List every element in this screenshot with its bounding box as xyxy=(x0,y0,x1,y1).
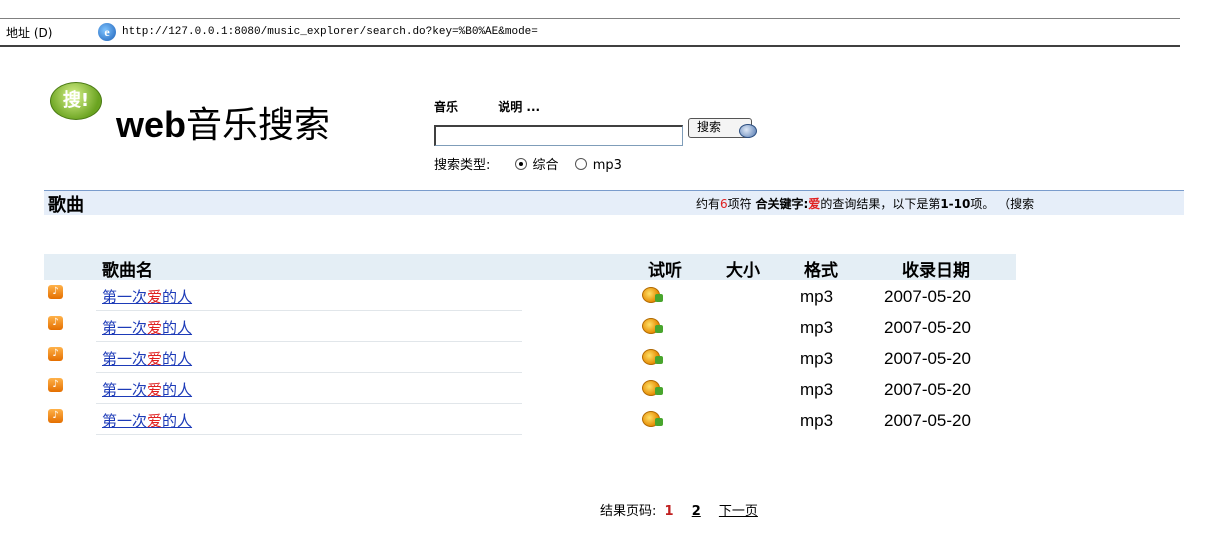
header-format: 格式 xyxy=(804,261,838,281)
listen-icon[interactable] xyxy=(642,411,663,427)
search-input[interactable] xyxy=(434,125,683,146)
song-title-post: 的人 xyxy=(162,288,193,306)
song-title-pre: 第一次 xyxy=(102,350,148,368)
row-divider xyxy=(96,403,522,404)
song-title-post: 的人 xyxy=(162,350,193,368)
section-title: 歌曲 xyxy=(48,195,84,216)
song-date: 2007-05-20 xyxy=(884,411,971,430)
section-bar: 歌曲 约有6项符 合关键字:爱的查询结果，以下是第1-10项。 （搜索 xyxy=(44,190,1184,216)
song-format: mp3 xyxy=(800,349,834,368)
address-url[interactable]: http://127.0.0.1:8080/music_explorer/sea… xyxy=(122,26,538,38)
song-title-pre: 第一次 xyxy=(102,319,148,337)
song-title-link[interactable]: 第一次爱的人 xyxy=(102,317,192,338)
header-name: 歌曲名 xyxy=(102,261,153,281)
result-summary: 约有6项符 合关键字:爱的查询结果，以下是第1-10项。 （搜索 xyxy=(696,195,1034,212)
table-row: ♪ 第一次爱的人 mp3 2007-05-20 xyxy=(44,375,1024,405)
song-format: mp3 xyxy=(800,318,834,337)
song-title-post: 的人 xyxy=(162,381,193,399)
song-title-pre: 第一次 xyxy=(102,412,148,430)
search-tabs: 音乐 说明 ... xyxy=(434,98,576,115)
search-button[interactable]: 搜索 xyxy=(688,118,757,138)
logo-title[interactable]: web音乐搜索 xyxy=(116,96,330,148)
summary-mid: 项符 xyxy=(727,197,756,211)
song-title-pre: 第一次 xyxy=(102,381,148,399)
song-title-keyword: 爱 xyxy=(147,350,163,368)
summary-keyword: 爱 xyxy=(808,197,821,211)
summary-count: 6 xyxy=(720,197,728,211)
song-format: mp3 xyxy=(800,287,834,306)
results-header: 歌曲名 试听 大小 格式 收录日期 xyxy=(44,254,1016,281)
pager-next[interactable]: 下一页 xyxy=(719,504,758,519)
song-date: 2007-05-20 xyxy=(884,287,971,306)
song-title-keyword: 爱 xyxy=(147,288,163,306)
music-note-icon: ♪ xyxy=(48,378,63,392)
magnifier-icon xyxy=(739,124,757,138)
summary-suffix-1: 的查询结果，以下是第 xyxy=(820,197,941,211)
radio-all-label: 综合 xyxy=(532,158,559,173)
ie-page-icon: e xyxy=(98,23,116,41)
summary-range: 1-10 xyxy=(940,197,971,211)
music-note-icon: ♪ xyxy=(48,409,63,423)
top-caption-cut xyxy=(440,0,770,4)
song-title-pre: 第一次 xyxy=(102,288,148,306)
song-date: 2007-05-20 xyxy=(884,380,971,399)
row-divider xyxy=(96,310,522,311)
header-listen: 试听 xyxy=(648,261,682,281)
table-row: ♪ 第一次爱的人 mp3 2007-05-20 xyxy=(44,344,1024,374)
address-bar: 地址 (D) e http://127.0.0.1:8080/music_exp… xyxy=(0,18,1180,47)
radio-mp3[interactable] xyxy=(574,158,587,170)
search-button-label: 搜索 xyxy=(697,120,722,134)
logo-music-search: 音乐搜索 xyxy=(186,105,331,146)
row-divider xyxy=(96,372,522,373)
song-title-link[interactable]: 第一次爱的人 xyxy=(102,348,192,369)
song-date: 2007-05-20 xyxy=(884,318,971,337)
search-type: 搜索类型: 综合 mp3 xyxy=(434,154,622,173)
header-date: 收录日期 xyxy=(902,261,970,281)
summary-keyword-label: 合关键字: xyxy=(755,197,809,211)
song-title-keyword: 爱 xyxy=(147,412,163,430)
summary-suffix-2: 项。 （搜索 xyxy=(970,197,1035,211)
song-title-keyword: 爱 xyxy=(147,381,163,399)
pager-current: 1 xyxy=(664,504,674,519)
listen-icon[interactable] xyxy=(642,380,663,396)
summary-prefix: 约有 xyxy=(696,197,721,211)
song-date: 2007-05-20 xyxy=(884,349,971,368)
pager-label: 结果页码: xyxy=(600,504,657,519)
pager: 结果页码: 1 2 下一页 xyxy=(600,500,758,519)
music-note-icon: ♪ xyxy=(48,316,63,330)
pager-page-2[interactable]: 2 xyxy=(692,504,701,519)
table-row: ♪ 第一次爱的人 mp3 2007-05-20 xyxy=(44,313,1024,343)
song-title-post: 的人 xyxy=(162,412,193,430)
search-type-label: 搜索类型: xyxy=(434,158,491,173)
logo-web: web xyxy=(116,104,187,145)
row-divider xyxy=(96,341,522,342)
radio-all[interactable] xyxy=(514,158,527,170)
song-format: mp3 xyxy=(800,380,834,399)
listen-icon[interactable] xyxy=(642,318,663,334)
song-format: mp3 xyxy=(800,411,834,430)
music-note-icon: ♪ xyxy=(48,347,63,361)
listen-icon[interactable] xyxy=(642,287,663,303)
address-label: 地址 (D) xyxy=(6,25,53,40)
row-divider xyxy=(96,434,522,435)
radio-mp3-label: mp3 xyxy=(592,158,622,173)
table-row: ♪ 第一次爱的人 mp3 2007-05-20 xyxy=(44,282,1024,312)
song-title-post: 的人 xyxy=(162,319,193,337)
tab-music[interactable]: 音乐 xyxy=(434,100,458,114)
table-row: ♪ 第一次爱的人 mp3 2007-05-20 xyxy=(44,406,1024,436)
song-title-link[interactable]: 第一次爱的人 xyxy=(102,286,192,307)
listen-icon[interactable] xyxy=(642,349,663,365)
song-title-link[interactable]: 第一次爱的人 xyxy=(102,379,192,400)
song-title-link[interactable]: 第一次爱的人 xyxy=(102,410,192,431)
tab-help[interactable]: 说明 ... xyxy=(498,100,540,114)
song-title-keyword: 爱 xyxy=(147,319,163,337)
logo-search-icon: 搜! xyxy=(50,82,102,120)
header-size: 大小 xyxy=(726,261,760,281)
music-note-icon: ♪ xyxy=(48,285,63,299)
